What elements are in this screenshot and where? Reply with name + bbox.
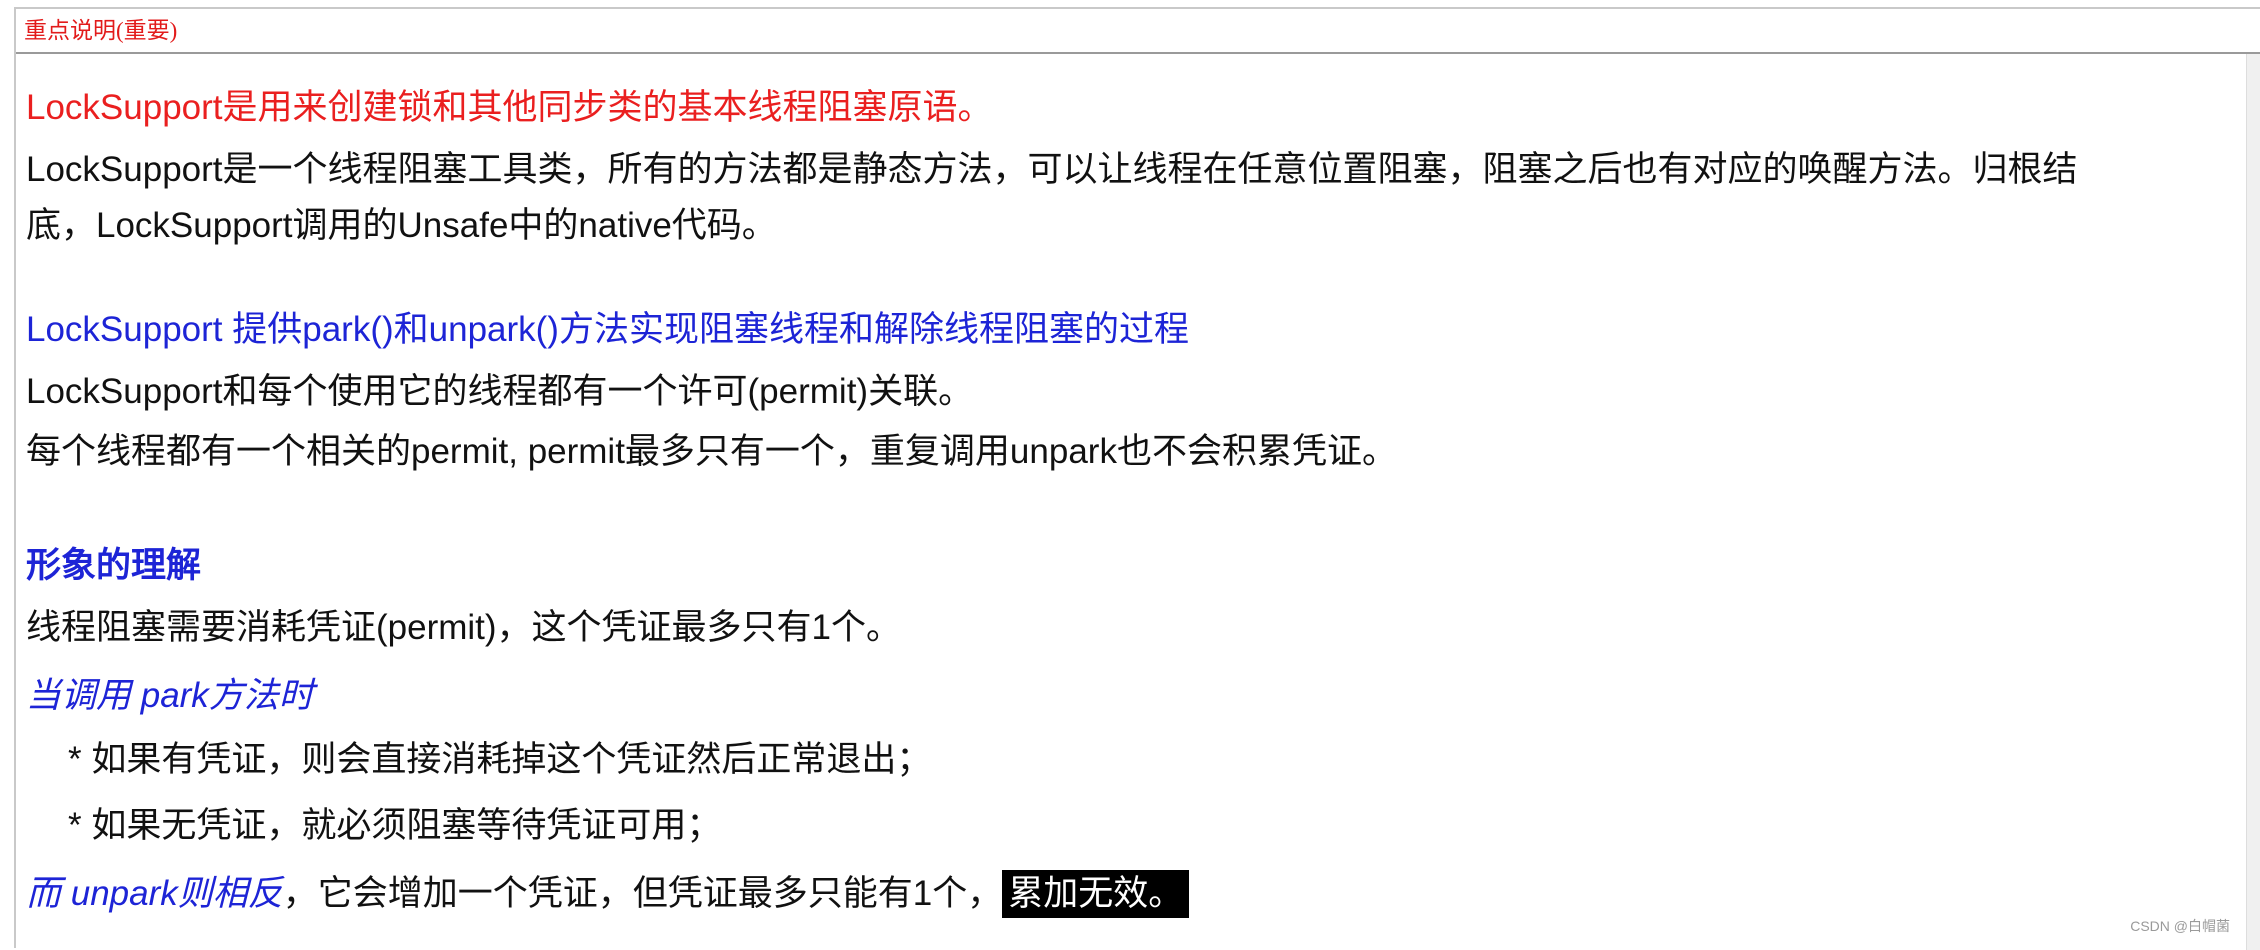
description-line-2: 底，LockSupport调用的Unsafe中的native代码。 — [26, 206, 777, 245]
park-method-heading: 当调用 park方法时 — [26, 676, 314, 715]
analogy-description: 线程阻塞需要消耗凭证(permit)，这个凭证最多只有1个。 — [26, 608, 902, 647]
bullet-has-permit: * 如果有凭证，则会直接消耗掉这个凭证然后正常退出； — [68, 740, 932, 779]
vertical-scrollbar[interactable] — [2246, 54, 2260, 950]
description-line-1: LockSupport是一个线程阻塞工具类，所有的方法都是静态方法，可以让线程在… — [26, 150, 2078, 189]
unpark-description-line: 而 unpark则相反，它会增加一个凭证，但凭证最多只能有1个， 累加无效。 — [26, 870, 1190, 918]
analogy-heading: 形象的理解 — [26, 546, 202, 585]
section-header: 重点说明(重要) — [16, 9, 2260, 54]
intro-red-line: LockSupport是用来创建锁和其他同步类的基本线程阻塞原语。 — [26, 88, 993, 127]
permit-description-line-2: 每个线程都有一个相关的permit, permit最多只有一个，重复调用unpa… — [26, 432, 1397, 471]
unpark-italic-text: 而 unpark则相反 — [26, 874, 283, 913]
section-title: 重点说明(重要) — [24, 18, 178, 43]
selected-text-highlight[interactable]: 累加无效。 — [1002, 870, 1190, 918]
permit-description-line-1: LockSupport和每个使用它的线程都有一个许可(permit)关联。 — [26, 372, 974, 411]
park-unpark-heading: LockSupport 提供park()和unpark()方法实现阻塞线程和解除… — [26, 310, 1189, 349]
document-frame: 重点说明(重要) LockSupport是用来创建锁和其他同步类的基本线程阻塞原… — [14, 7, 2260, 950]
bullet-no-permit: * 如果无凭证，就必须阻塞等待凭证可用； — [68, 806, 722, 845]
unpark-normal-text: ，它会增加一个凭证，但凭证最多只能有1个， — [282, 874, 1003, 913]
watermark: CSDN @白帽菌 — [2130, 918, 2230, 934]
